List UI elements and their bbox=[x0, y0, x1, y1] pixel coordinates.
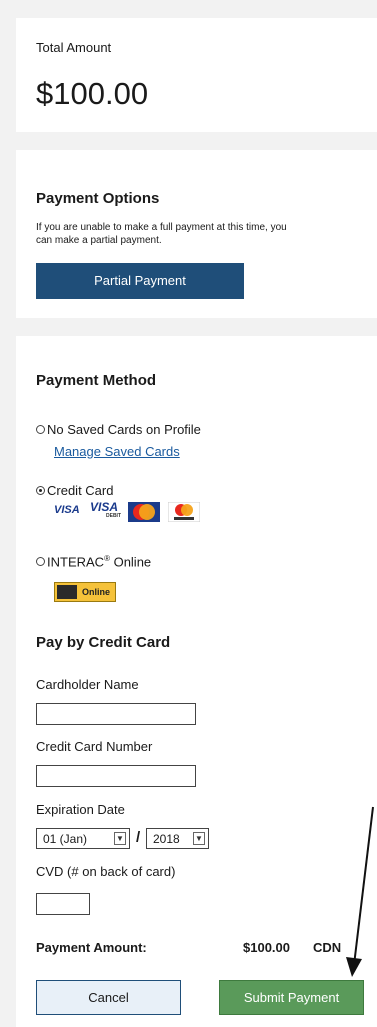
expiration-year-select[interactable]: 2018 ▼ bbox=[146, 828, 209, 849]
interac-hand-icon bbox=[57, 585, 77, 599]
total-amount-value: $100.00 bbox=[36, 76, 149, 111]
manage-saved-cards-link[interactable]: Manage Saved Cards bbox=[54, 444, 180, 459]
visa-debit-logo-icon: VISA DEBIT bbox=[90, 500, 121, 519]
credit-card-option[interactable]: Credit Card bbox=[36, 483, 113, 498]
cvd-label: CVD (# on back of card) bbox=[36, 864, 176, 879]
payment-amount-label: Payment Amount: bbox=[36, 940, 147, 955]
credit-card-label: Credit Card bbox=[47, 483, 114, 498]
debit-mastercard-logo-icon bbox=[167, 501, 201, 523]
expiration-month-select[interactable]: 01 (Jan) ▼ bbox=[36, 828, 130, 849]
interac-online-label: Online bbox=[109, 554, 152, 570]
payment-options-desc-line1: If you are unable to make a full payment… bbox=[36, 222, 287, 233]
payment-options-title: Payment Options bbox=[36, 190, 160, 207]
mastercard-logo-icon bbox=[128, 502, 160, 522]
expiration-date-label: Expiration Date bbox=[36, 802, 125, 817]
partial-payment-button[interactable]: Partial Payment bbox=[36, 263, 244, 299]
submit-payment-button[interactable]: Submit Payment bbox=[219, 980, 364, 1015]
cancel-button[interactable]: Cancel bbox=[36, 980, 181, 1015]
visa-logo-icon: VISA bbox=[54, 504, 80, 520]
payment-method-title: Payment Method bbox=[36, 372, 157, 389]
expiration-month-value: 01 (Jan) bbox=[43, 832, 88, 846]
cardholder-name-input[interactable] bbox=[36, 703, 196, 725]
credit-card-radio[interactable] bbox=[36, 486, 45, 495]
no-saved-cards-radio[interactable] bbox=[36, 425, 45, 434]
payment-method-panel: Payment Method No Saved Cards on Profile… bbox=[16, 336, 377, 1027]
total-amount-label: Total Amount bbox=[36, 40, 112, 55]
card-number-input[interactable] bbox=[36, 765, 196, 787]
interac-option[interactable]: INTERAC® Online bbox=[36, 554, 151, 569]
annotation-arrow bbox=[346, 806, 374, 977]
expiration-separator: / bbox=[136, 829, 141, 846]
cvd-input[interactable] bbox=[36, 893, 90, 915]
card-number-label: Credit Card Number bbox=[36, 739, 153, 754]
cardholder-name-label: Cardholder Name bbox=[36, 677, 139, 692]
visa-debit-logo-text: VISA bbox=[90, 500, 119, 514]
pay-by-credit-card-title: Pay by Credit Card bbox=[36, 634, 171, 651]
payment-options-panel: Payment Options If you are unable to mak… bbox=[16, 150, 377, 318]
interac-label: INTERAC bbox=[47, 554, 105, 570]
chevron-down-icon: ▼ bbox=[114, 832, 126, 845]
visa-logo-text: VISA bbox=[54, 504, 80, 516]
interac-radio[interactable] bbox=[36, 557, 45, 567]
payment-options-desc-line2: can make a partial payment. bbox=[36, 235, 162, 246]
total-panel: Total Amount $100.00 bbox=[16, 18, 377, 132]
interac-online-logo-icon: Online bbox=[54, 582, 116, 602]
no-saved-cards-label: No Saved Cards on Profile bbox=[47, 422, 201, 437]
chevron-down-icon: ▼ bbox=[193, 832, 205, 845]
interac-badge-text: Online bbox=[82, 587, 111, 597]
expiration-year-value: 2018 bbox=[153, 832, 180, 846]
payment-currency: CDN bbox=[313, 940, 342, 955]
no-saved-cards-option[interactable]: No Saved Cards on Profile bbox=[36, 422, 201, 437]
payment-amount-value: $100.00 bbox=[243, 940, 290, 955]
visa-debit-sub-text: DEBIT bbox=[106, 513, 121, 519]
